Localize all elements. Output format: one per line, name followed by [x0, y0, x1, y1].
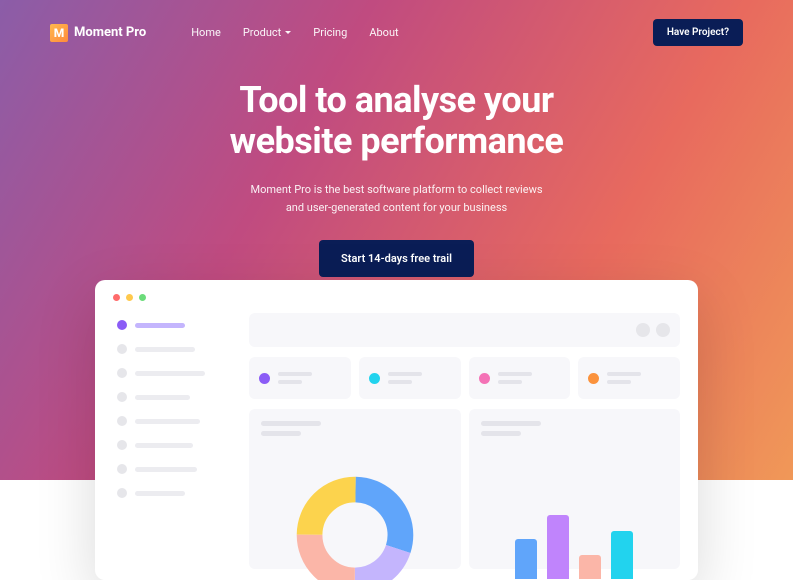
mock-sidebar: [113, 313, 233, 569]
close-icon: [113, 294, 120, 301]
nav-product-label: Product: [243, 26, 281, 39]
placeholder-line: [135, 443, 193, 448]
stat-card: [578, 357, 680, 399]
nav-product[interactable]: Product: [243, 26, 291, 39]
mock-main: [249, 313, 680, 569]
placeholder-line: [135, 491, 185, 496]
placeholder-line: [388, 380, 412, 384]
sidebar-item: [113, 385, 233, 409]
mock-stats-row: [249, 357, 680, 399]
maximize-icon: [139, 294, 146, 301]
placeholder-line: [135, 419, 200, 424]
bar-chart-card: [469, 409, 681, 569]
mock-topbar: [249, 313, 680, 347]
bar: [515, 539, 537, 579]
avatar-placeholder-icon: [636, 323, 650, 337]
sidebar-item: [113, 481, 233, 505]
hero-subtitle: Moment Pro is the best software platform…: [0, 181, 793, 218]
bar: [579, 555, 601, 579]
placeholder-line: [481, 431, 521, 436]
avatar-placeholder-icon: [656, 323, 670, 337]
main-nav: Home Product Pricing About: [191, 26, 398, 39]
bar-chart: [489, 499, 661, 579]
placeholder-line: [498, 380, 522, 384]
sidebar-item: [113, 457, 233, 481]
nav-home[interactable]: Home: [191, 26, 221, 39]
placeholder-line: [278, 380, 302, 384]
placeholder-line: [135, 467, 197, 472]
hero-title-line1: Tool to analyse your: [239, 79, 553, 121]
start-trial-button[interactable]: Start 14-days free trail: [319, 240, 474, 277]
sidebar-item: [113, 313, 233, 337]
placeholder-line: [135, 371, 205, 376]
chevron-down-icon: [285, 31, 291, 34]
dot-icon: [117, 488, 127, 498]
bar: [547, 515, 569, 579]
placeholder-line: [607, 372, 641, 376]
stat-card: [469, 357, 571, 399]
stat-card: [249, 357, 351, 399]
dot-icon: [117, 464, 127, 474]
dot-icon: [117, 320, 127, 330]
window-controls: [113, 294, 680, 301]
dot-icon: [117, 368, 127, 378]
dot-icon: [259, 373, 270, 384]
sidebar-item: [113, 337, 233, 361]
dot-icon: [117, 392, 127, 402]
placeholder-line: [261, 421, 321, 426]
have-project-button[interactable]: Have Project?: [653, 19, 743, 46]
hero-title-line2: website performance: [230, 120, 564, 162]
logo-text: Moment Pro: [74, 25, 146, 40]
bar: [611, 531, 633, 579]
placeholder-line: [261, 431, 301, 436]
stat-card: [359, 357, 461, 399]
dot-icon: [369, 373, 380, 384]
nav-pricing[interactable]: Pricing: [313, 26, 347, 39]
logo[interactable]: M Moment Pro: [50, 24, 146, 42]
placeholder-line: [498, 372, 532, 376]
dot-icon: [117, 440, 127, 450]
sidebar-item: [113, 433, 233, 457]
placeholder-line: [135, 395, 190, 400]
minimize-icon: [126, 294, 133, 301]
nav-about[interactable]: About: [369, 26, 398, 39]
dot-icon: [479, 373, 490, 384]
placeholder-line: [481, 421, 541, 426]
logo-mark-icon: M: [50, 24, 68, 42]
dashboard-mockup: [95, 280, 698, 580]
sidebar-item: [113, 361, 233, 385]
hero-section: Tool to analyse your website performance…: [0, 50, 793, 297]
hero-sub-line2: and user-generated content for your busi…: [286, 201, 507, 214]
placeholder-line: [278, 372, 312, 376]
placeholder-line: [135, 347, 195, 352]
placeholder-line: [607, 380, 631, 384]
dot-icon: [117, 344, 127, 354]
placeholder-line: [388, 372, 422, 376]
donut-chart-card: [249, 409, 461, 569]
sidebar-item: [113, 409, 233, 433]
hero-title: Tool to analyse your website performance: [0, 80, 793, 163]
dot-icon: [588, 373, 599, 384]
donut-chart: [295, 475, 415, 580]
placeholder-line: [135, 323, 185, 328]
hero-sub-line1: Moment Pro is the best software platform…: [250, 183, 542, 196]
dot-icon: [117, 416, 127, 426]
